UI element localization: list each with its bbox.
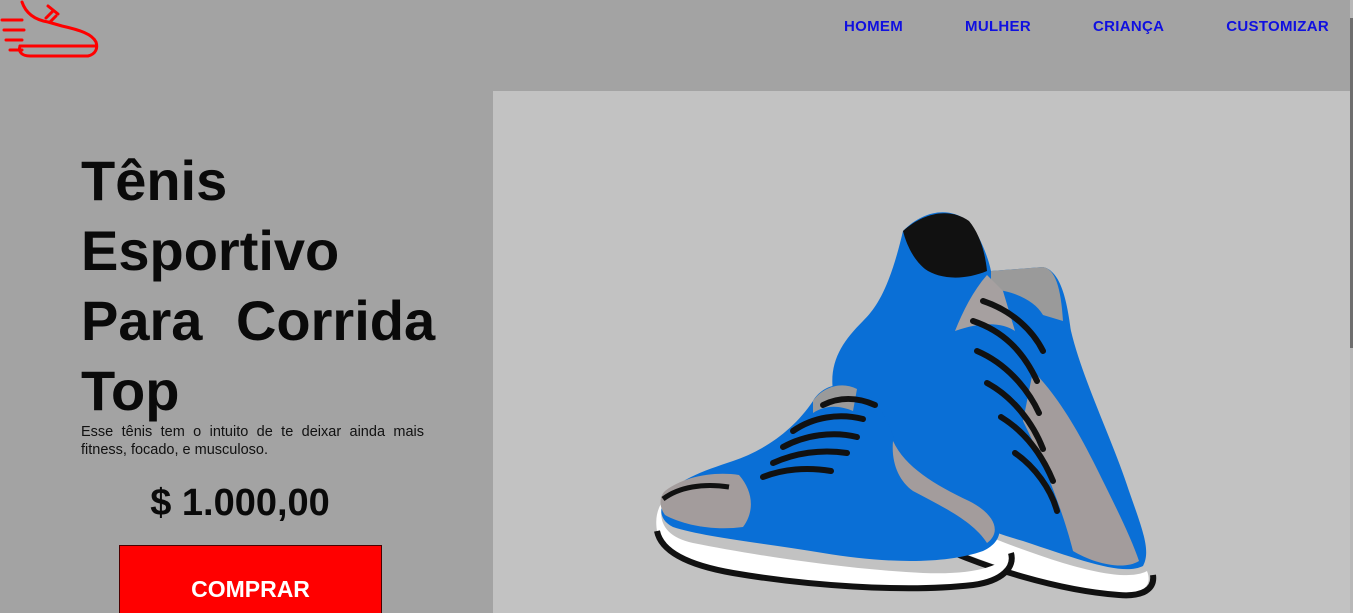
product-title: Tênis Esportivo Para Corrida Top [81,146,436,426]
running-shoe-icon[interactable] [0,0,104,62]
nav-link-crianca[interactable]: CRIANÇA [1093,17,1164,37]
main-nav: HOMEM MULHER CRIANÇA CUSTOMIZAR [782,17,1329,37]
nav-link-homem[interactable]: HOMEM [844,17,903,37]
product-title-line: Tênis [81,149,228,212]
product-title-line: Top [81,359,180,422]
landing-page: HOMEM MULHER CRIANÇA CUSTOMIZAR Tênis Es… [0,0,1353,613]
blue-sneakers-image [654,212,1157,599]
buy-button[interactable]: COMPRAR [119,545,382,613]
nav-link-customizar[interactable]: CUSTOMIZAR [1226,17,1329,37]
product-price: $ 1.000,00 [150,482,330,524]
product-image-panel [493,91,1353,613]
product-title-line: Para Corrida [81,289,436,352]
nav-link-mulher[interactable]: MULHER [965,17,1031,37]
product-description: Esse tênis tem o intuito de te deixar ai… [81,424,424,458]
product-title-line: Esportivo [81,219,340,282]
